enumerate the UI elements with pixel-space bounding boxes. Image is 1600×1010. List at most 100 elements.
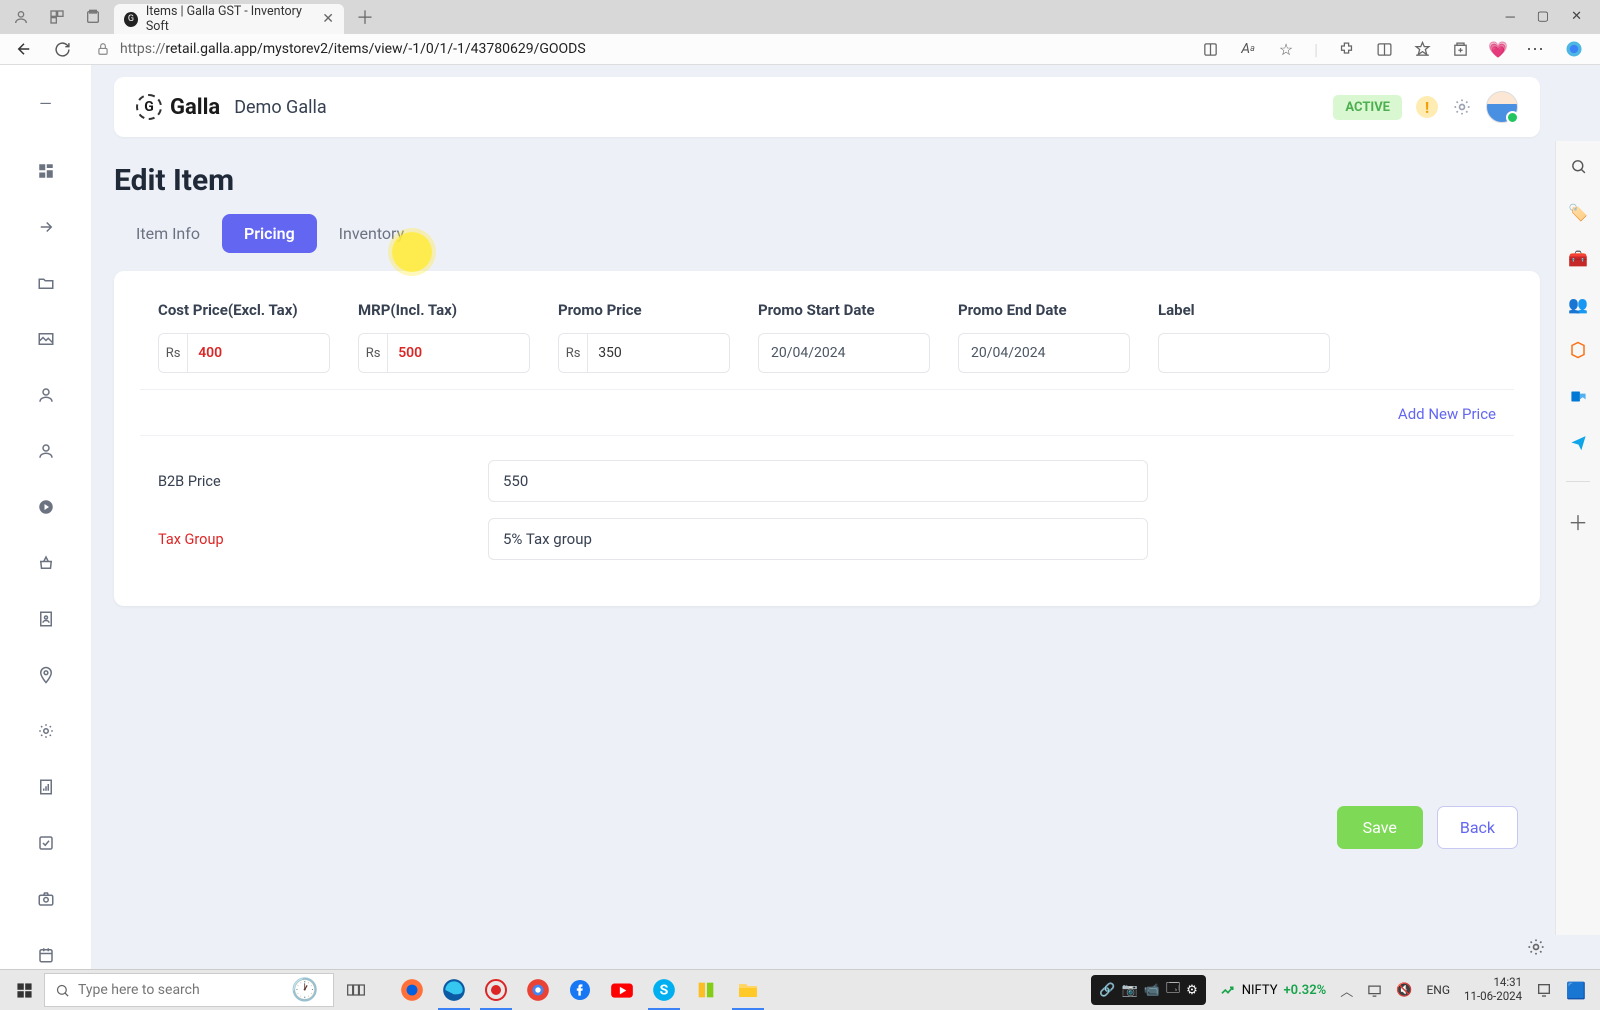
promo-start-input[interactable] [758,333,930,373]
edge-add-icon[interactable]: ＋ [1567,510,1589,532]
new-tab-icon[interactable]: ＋ [356,4,374,30]
facebook-icon[interactable] [560,970,600,1010]
sidebar-folder-icon[interactable] [32,269,60,297]
col-label: Label [1158,301,1496,319]
sidebar-forward-icon[interactable] [32,493,60,521]
sidebar-camera-icon[interactable] [32,885,60,913]
menu-icon[interactable]: ⋯ [1526,39,1546,59]
notification-icon[interactable]: ! [1416,96,1438,118]
sidebar-collapse-icon[interactable]: — [32,89,60,117]
user-avatar[interactable] [1486,91,1518,123]
textsize-icon[interactable]: Aa [1238,39,1258,59]
nav-refresh-icon[interactable] [48,35,76,63]
tab-pricing[interactable]: Pricing [222,214,317,253]
tray-chevron-icon[interactable]: ︿ [1340,981,1353,1000]
sidebar-reports-icon[interactable] [32,773,60,801]
sidebar-location-icon[interactable] [32,661,60,689]
edge-tools-icon[interactable]: 🧰 [1567,247,1589,269]
taskbar-search[interactable]: 🕐 [44,973,334,1007]
firefox-icon[interactable] [392,970,432,1010]
app-logo: G Galla [136,94,220,120]
tabactions-icon[interactable] [84,8,102,26]
edge-sidebar: 🏷️ 🧰 👥 ＋ [1555,141,1600,935]
start-button-icon[interactable] [6,972,42,1008]
sidebar-check-icon[interactable] [32,829,60,857]
collections-icon[interactable] [1450,39,1470,59]
record-icon[interactable] [476,970,516,1010]
save-button[interactable]: Save [1337,806,1423,849]
window-close-icon[interactable]: ✕ [1571,9,1582,25]
browser-tab[interactable]: G Items | Galla GST - Inventory Soft ✕ [114,4,344,34]
video-icon: 📹 [1144,983,1160,998]
status-badge: ACTIVE [1333,95,1402,120]
edge-people-icon[interactable]: 👥 [1567,293,1589,315]
tray-notification-icon[interactable] [1536,982,1552,998]
sidebar-arrow-icon[interactable] [32,213,60,241]
sidebar-user2-icon[interactable] [32,437,60,465]
chrome-icon[interactable] [518,970,558,1010]
sidebar-contacts-icon[interactable] [32,605,60,633]
favorites-list-icon[interactable] [1412,39,1432,59]
sidebar-dashboard-icon[interactable] [32,157,60,185]
sidebar-image-icon[interactable] [32,325,60,353]
edge-outlook-icon[interactable] [1567,385,1589,407]
tab-item-info[interactable]: Item Info [114,214,222,253]
window-minimize-icon[interactable]: ─ [1506,9,1515,25]
url-input[interactable]: https://retail.galla.app/mystorev2/items… [86,34,1190,64]
tray-lang[interactable]: ENG [1426,983,1450,997]
edge-search-icon[interactable] [1567,155,1589,177]
taskbar: 🕐 S 🔗 📷 📹 🗔 ⚙ NIFTY +0.32% ︿ 🔇 ENG 14:31… [0,969,1600,1010]
promo-price-input[interactable] [588,334,729,372]
label-input[interactable] [1158,333,1330,373]
sidebar-basket-icon[interactable] [32,549,60,577]
tray-app-icon[interactable]: 🟦 [1566,981,1586,1000]
splitscreen-icon[interactable] [1374,39,1394,59]
tab-bar: Item Info Pricing Inventory [114,214,1540,253]
taskview-icon[interactable] [336,970,376,1010]
browser-titlebar: G Items | Galla GST - Inventory Soft ✕ ＋… [0,0,1600,34]
cost-price-field: Rs [158,333,330,373]
tray-datetime[interactable]: 14:31 11-06-2024 [1464,976,1522,1004]
b2b-price-input[interactable] [488,460,1148,502]
mrp-input[interactable] [388,334,529,372]
edge-icon[interactable] [434,970,474,1010]
nav-back-icon[interactable] [10,35,38,63]
col-end: Promo End Date [958,301,1158,319]
back-button[interactable]: Back [1437,806,1518,849]
sidebar-calendar-icon[interactable] [32,941,60,969]
cost-price-input[interactable] [188,334,329,372]
window-maximize-icon[interactable]: ▢ [1537,9,1549,25]
tax-group-input[interactable] [488,518,1148,560]
promo-end-input[interactable] [958,333,1130,373]
sidebar-settings-icon[interactable] [32,717,60,745]
app1-icon[interactable] [686,970,726,1010]
tray-recording[interactable]: 🔗 📷 📹 🗔 ⚙ [1091,975,1205,1005]
skype-icon[interactable]: S [644,970,684,1010]
tray-display-icon[interactable] [1367,983,1382,998]
profile-icon[interactable] [12,8,30,26]
url-text: https://retail.galla.app/mystorev2/items… [120,41,586,57]
taxgroup-label: Tax Group [158,531,488,548]
sidebar-user-icon[interactable] [32,381,60,409]
favorite-icon[interactable]: ☆ [1276,39,1296,59]
copilot-icon[interactable] [1564,39,1584,59]
browser-essentials-icon[interactable]: 💗 [1488,39,1508,59]
appmode-icon[interactable] [1200,39,1220,59]
page-settings-icon[interactable] [1522,933,1550,961]
add-new-price-link[interactable]: Add New Price [1398,405,1496,423]
col-promo: Promo Price [558,301,758,319]
edge-send-icon[interactable] [1567,431,1589,453]
settings-icon[interactable] [1452,97,1472,117]
workspaces-icon[interactable] [48,8,66,26]
edge-m365-icon[interactable] [1567,339,1589,361]
extensions-icon[interactable] [1336,39,1356,59]
edge-shopping-icon[interactable]: 🏷️ [1567,201,1589,223]
tray-volume-icon[interactable]: 🔇 [1396,983,1412,998]
col-start: Promo Start Date [758,301,958,319]
taskbar-search-input[interactable] [78,982,279,998]
fileexplorer-icon[interactable] [728,970,768,1010]
stock-widget[interactable]: NIFTY +0.32% [1220,982,1327,998]
tab-close-icon[interactable]: ✕ [322,11,334,27]
window-icon: 🗔 [1166,979,1180,1001]
youtube-icon[interactable] [602,970,642,1010]
